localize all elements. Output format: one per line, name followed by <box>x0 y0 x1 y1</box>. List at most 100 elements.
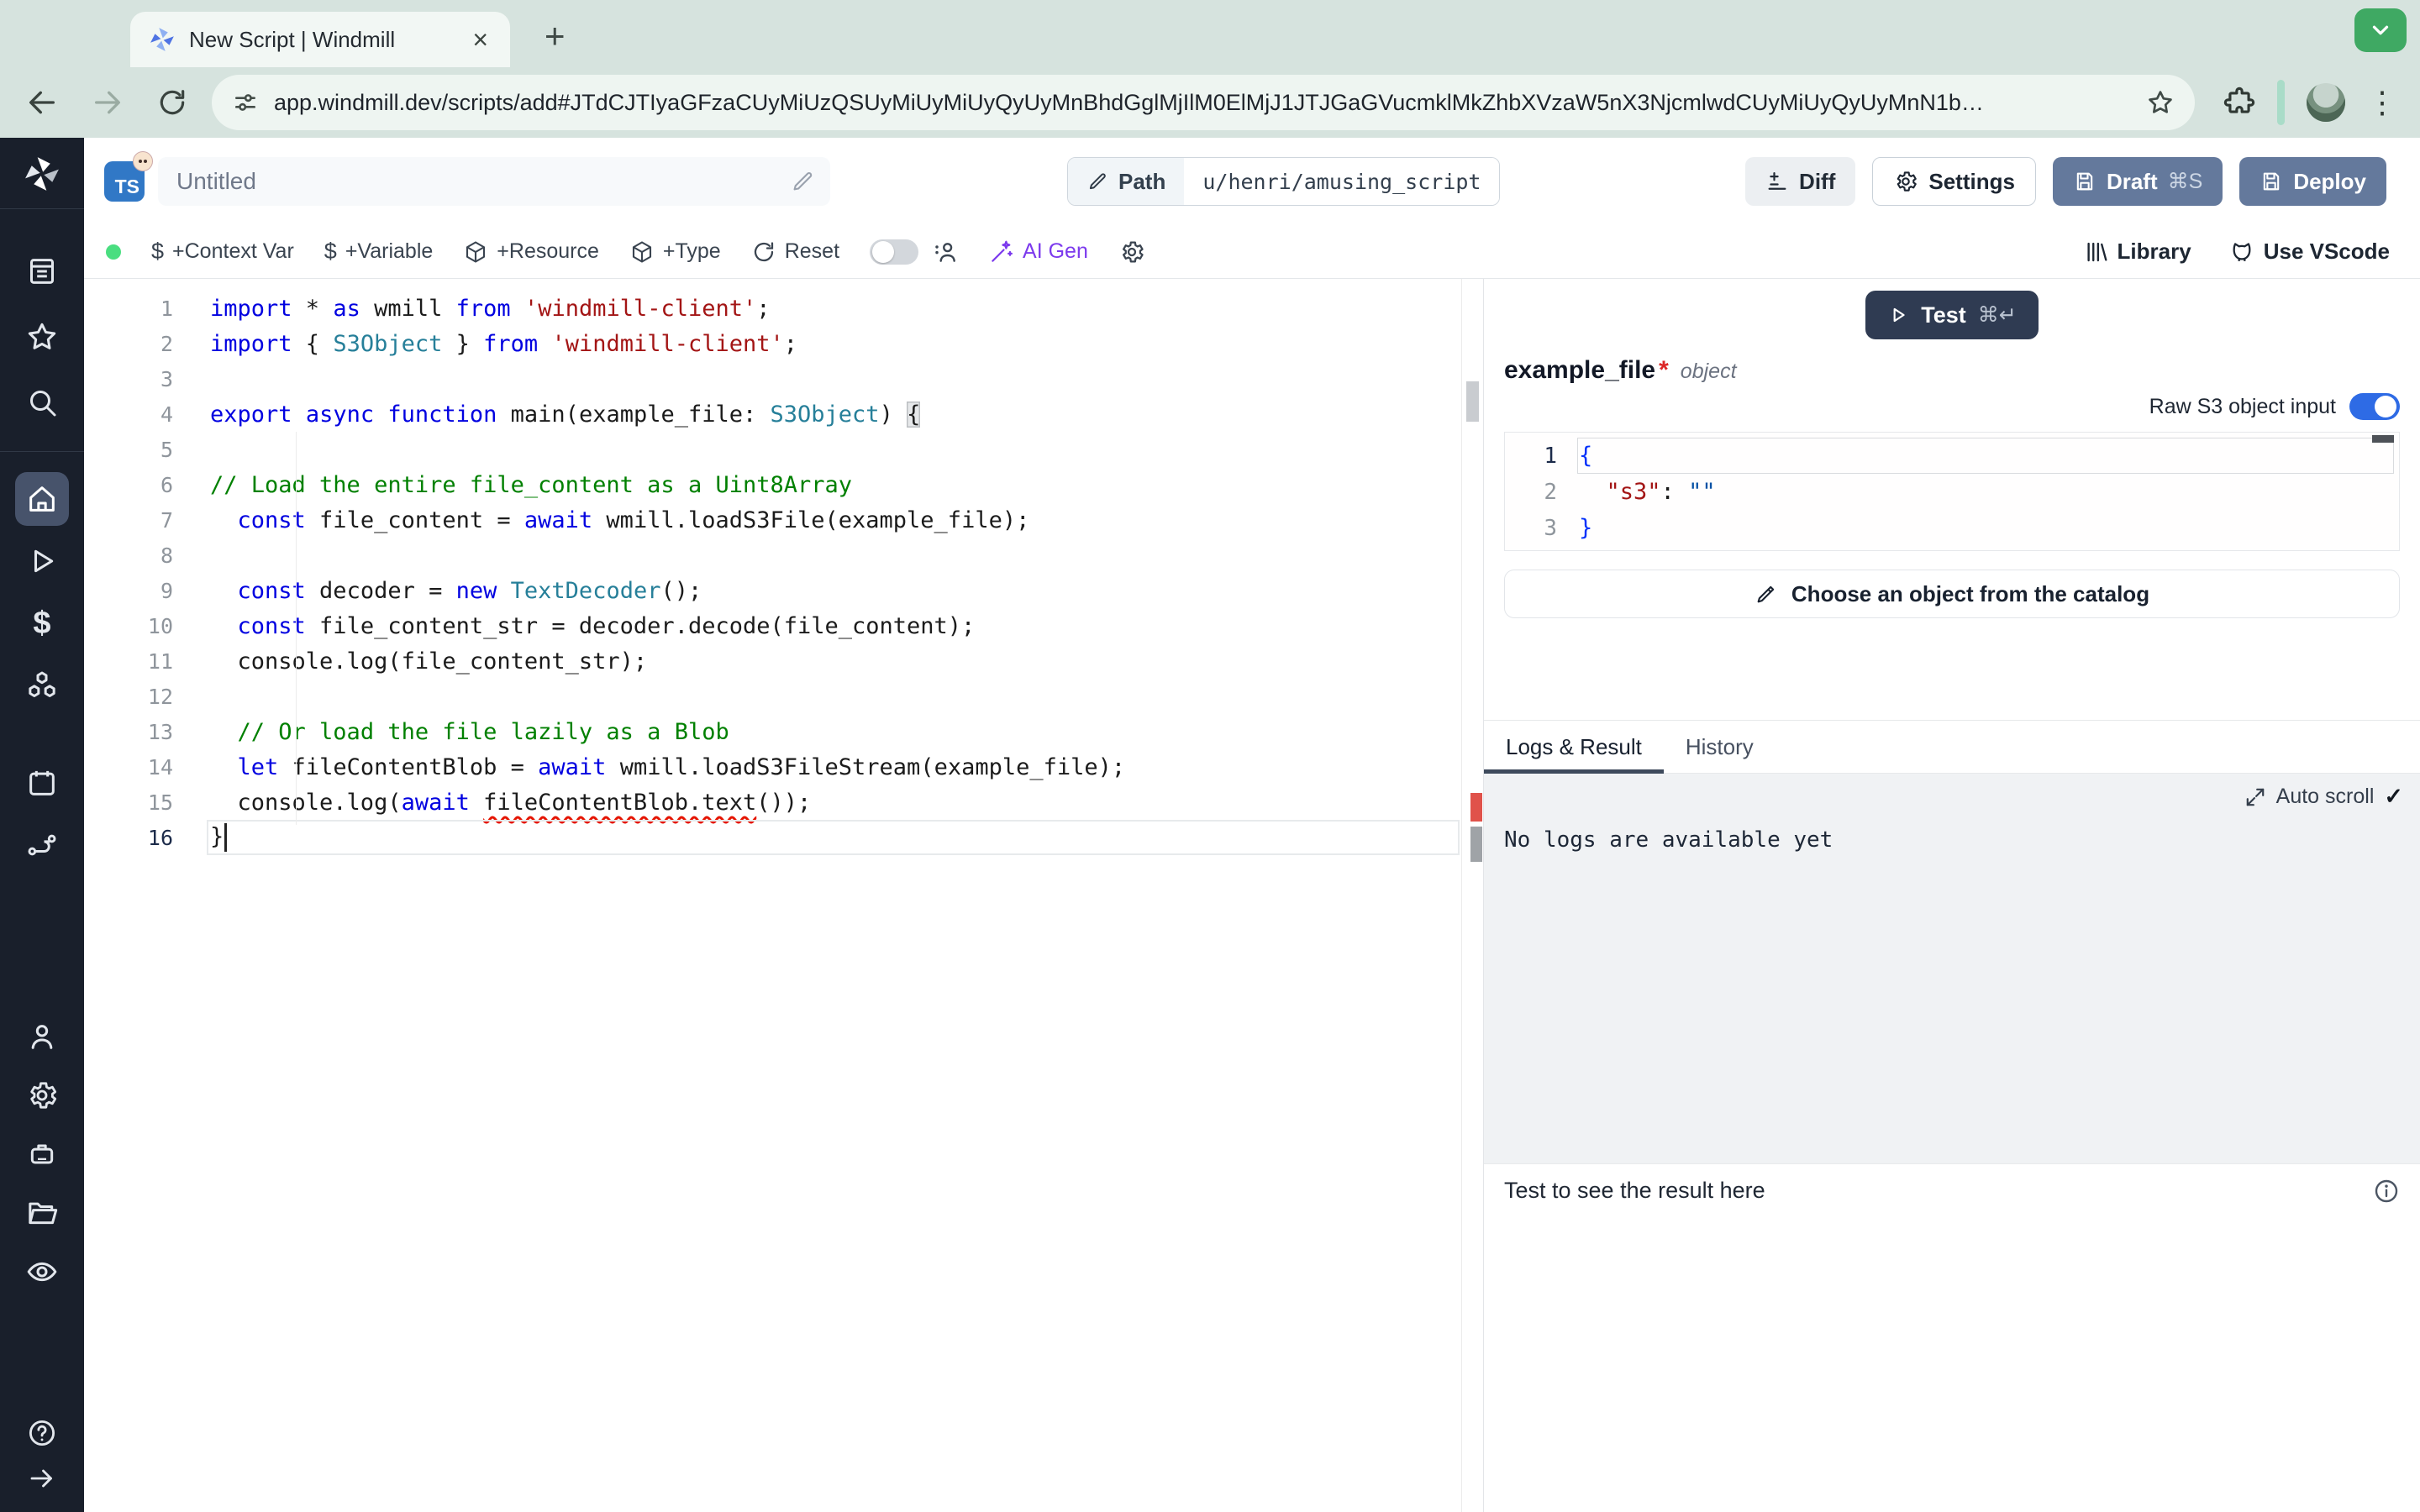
line-number: 10 <box>84 614 210 638</box>
audit-eye-icon <box>25 1255 59 1289</box>
code-line[interactable]: 15 console.log(await fileContentBlob.tex… <box>84 785 1483 820</box>
extensions-puzzle-icon[interactable] <box>2223 87 2255 118</box>
back-icon[interactable] <box>25 86 59 119</box>
line-number: 8 <box>84 543 210 568</box>
reload-icon[interactable] <box>156 87 188 118</box>
add-context-var-button[interactable]: $ +Context Var <box>151 239 294 265</box>
info-icon[interactable] <box>2373 1178 2400 1205</box>
forward-icon[interactable] <box>91 86 124 119</box>
sidebar-item-search[interactable] <box>15 375 69 429</box>
expand-arrow-icon[interactable] <box>15 1460 69 1497</box>
editor-scrollbar[interactable] <box>1461 279 1483 1512</box>
sidebar-item-resources[interactable] <box>15 659 69 712</box>
browser-tab[interactable]: New Script | Windmill × <box>130 12 510 67</box>
address-bar[interactable] <box>212 75 2195 130</box>
toolbar-divider <box>2277 80 2285 125</box>
ai-gen-button[interactable]: AI Gen <box>989 239 1088 265</box>
help-icon[interactable] <box>15 1411 69 1455</box>
code-line[interactable]: 2import { S3Object } from 'windmill-clie… <box>84 326 1483 361</box>
code-line[interactable]: 3 <box>84 361 1483 396</box>
flows-route-icon <box>25 828 59 862</box>
sidebar-item-schedules[interactable] <box>15 756 69 810</box>
sidebar-item-folders[interactable] <box>15 1186 69 1240</box>
multiplayer-toggle[interactable] <box>870 239 918 265</box>
sidebar-item-home[interactable] <box>15 472 69 526</box>
code-line[interactable]: 16} <box>84 820 1483 855</box>
settings-gear-icon <box>25 1079 59 1112</box>
sidebar-item-runs[interactable] <box>15 534 69 588</box>
result-placeholder: Test to see the result here <box>1504 1178 1765 1204</box>
expand-icon <box>2244 786 2266 808</box>
logs-area: Auto scroll ✓ No logs are available yet <box>1484 774 2420 1163</box>
path-group[interactable]: Path u/henri/amusing_script <box>1067 157 1500 206</box>
deploy-button[interactable]: Deploy <box>2239 157 2386 206</box>
profile-avatar[interactable] <box>2307 83 2345 122</box>
code-text: const file_content_str = decoder.decode(… <box>210 613 975 639</box>
raw-s3-toggle[interactable] <box>2349 393 2400 420</box>
code-line[interactable]: 3} <box>1505 510 2399 546</box>
cursor-marker <box>1470 827 1482 862</box>
url-input[interactable] <box>274 90 2131 116</box>
windmill-logo-icon[interactable] <box>23 155 61 193</box>
sidebar-item-favorites[interactable] <box>15 310 69 364</box>
bookmark-star-icon[interactable] <box>2146 88 2175 117</box>
code-line[interactable]: 9 const decoder = new TextDecoder(); <box>84 573 1483 608</box>
resource-label: +Resource <box>497 239 599 264</box>
code-editor[interactable]: 1import * as wmill from 'windmill-client… <box>84 279 1483 1512</box>
code-line[interactable]: 10 const file_content_str = decoder.deco… <box>84 608 1483 643</box>
edit-pencil-icon[interactable] <box>790 169 815 194</box>
code-text: const file_content = await wmill.loadS3F… <box>210 507 1029 533</box>
site-settings-icon[interactable] <box>232 89 259 116</box>
code-line[interactable]: 8 <box>84 538 1483 573</box>
tab-history[interactable]: History <box>1664 721 1776 773</box>
draft-button[interactable]: Draft ⌘S <box>2053 157 2223 206</box>
code-line[interactable]: 5 <box>84 432 1483 467</box>
sidebar-item-workers[interactable] <box>15 1127 69 1181</box>
add-variable-button[interactable]: $ +Variable <box>324 239 434 265</box>
code-line[interactable]: 13 // Or load the file lazily as a Blob <box>84 714 1483 749</box>
browser-window: New Script | Windmill × + <box>0 0 2420 1512</box>
code-line[interactable]: 1{ <box>1505 438 2399 474</box>
scrollbar-thumb[interactable] <box>1466 381 1479 422</box>
code-line[interactable]: 12 <box>84 679 1483 714</box>
choose-object-button[interactable]: Choose an object from the catalog <box>1504 570 2400 618</box>
script-name-input[interactable] <box>158 157 830 206</box>
code-line[interactable]: 2 "s3": "" <box>1505 474 2399 510</box>
json-scrollbar[interactable] <box>2372 435 2394 443</box>
schedules-calendar-icon <box>25 766 59 800</box>
code-line[interactable]: 6// Load the entire file_content as a Ui… <box>84 467 1483 502</box>
sidebar-item-variables[interactable]: $ <box>15 596 69 650</box>
sidebar-item-settings[interactable] <box>15 1068 69 1122</box>
tab-logs-result[interactable]: Logs & Result <box>1484 721 1664 773</box>
use-vscode-button[interactable]: Use VScode <box>2228 239 2390 265</box>
reset-button[interactable]: Reset <box>751 239 839 265</box>
code-line[interactable]: 11 console.log(file_content_str); <box>84 643 1483 679</box>
path-button[interactable]: Path <box>1068 158 1184 205</box>
tab-close-icon[interactable]: × <box>469 26 492 53</box>
json-lines: 1{2 "s3": ""3} <box>1505 438 2399 546</box>
sidebar-item-workspace[interactable] <box>15 244 69 298</box>
line-number: 11 <box>84 649 210 674</box>
code-line[interactable]: 7 const file_content = await wmill.loadS… <box>84 502 1483 538</box>
json-arg-editor[interactable]: 1{2 "s3": ""3} <box>1504 432 2400 551</box>
settings-button[interactable]: Settings <box>1872 157 2036 206</box>
line-number: 12 <box>84 685 210 709</box>
code-text: console.log(file_content_str); <box>210 648 647 675</box>
add-resource-button[interactable]: +Resource <box>463 239 599 265</box>
sidebar-item-audit[interactable] <box>15 1245 69 1299</box>
autoscroll-control[interactable]: Auto scroll ✓ <box>2244 784 2403 810</box>
code-line[interactable]: 1import * as wmill from 'windmill-client… <box>84 291 1483 326</box>
sidebar-item-flows[interactable] <box>15 818 69 872</box>
sidebar-item-user[interactable] <box>15 1010 69 1063</box>
chrome-corner-button[interactable] <box>2354 8 2407 52</box>
browser-menu-icon[interactable]: ⋮ <box>2367 85 2397 120</box>
code-line[interactable]: 14 let fileContentBlob = await wmill.loa… <box>84 749 1483 785</box>
code-line[interactable]: 4export async function main(example_file… <box>84 396 1483 432</box>
test-button[interactable]: Test ⌘↵ <box>1865 291 2038 339</box>
path-value[interactable]: u/henri/amusing_script <box>1184 158 1499 205</box>
diff-button[interactable]: Diff <box>1745 157 1855 206</box>
add-type-button[interactable]: +Type <box>629 239 721 265</box>
library-button[interactable]: Library <box>2084 239 2191 265</box>
editor-settings-gear-icon[interactable] <box>1118 239 1145 265</box>
new-tab-button[interactable]: + <box>544 18 566 54</box>
